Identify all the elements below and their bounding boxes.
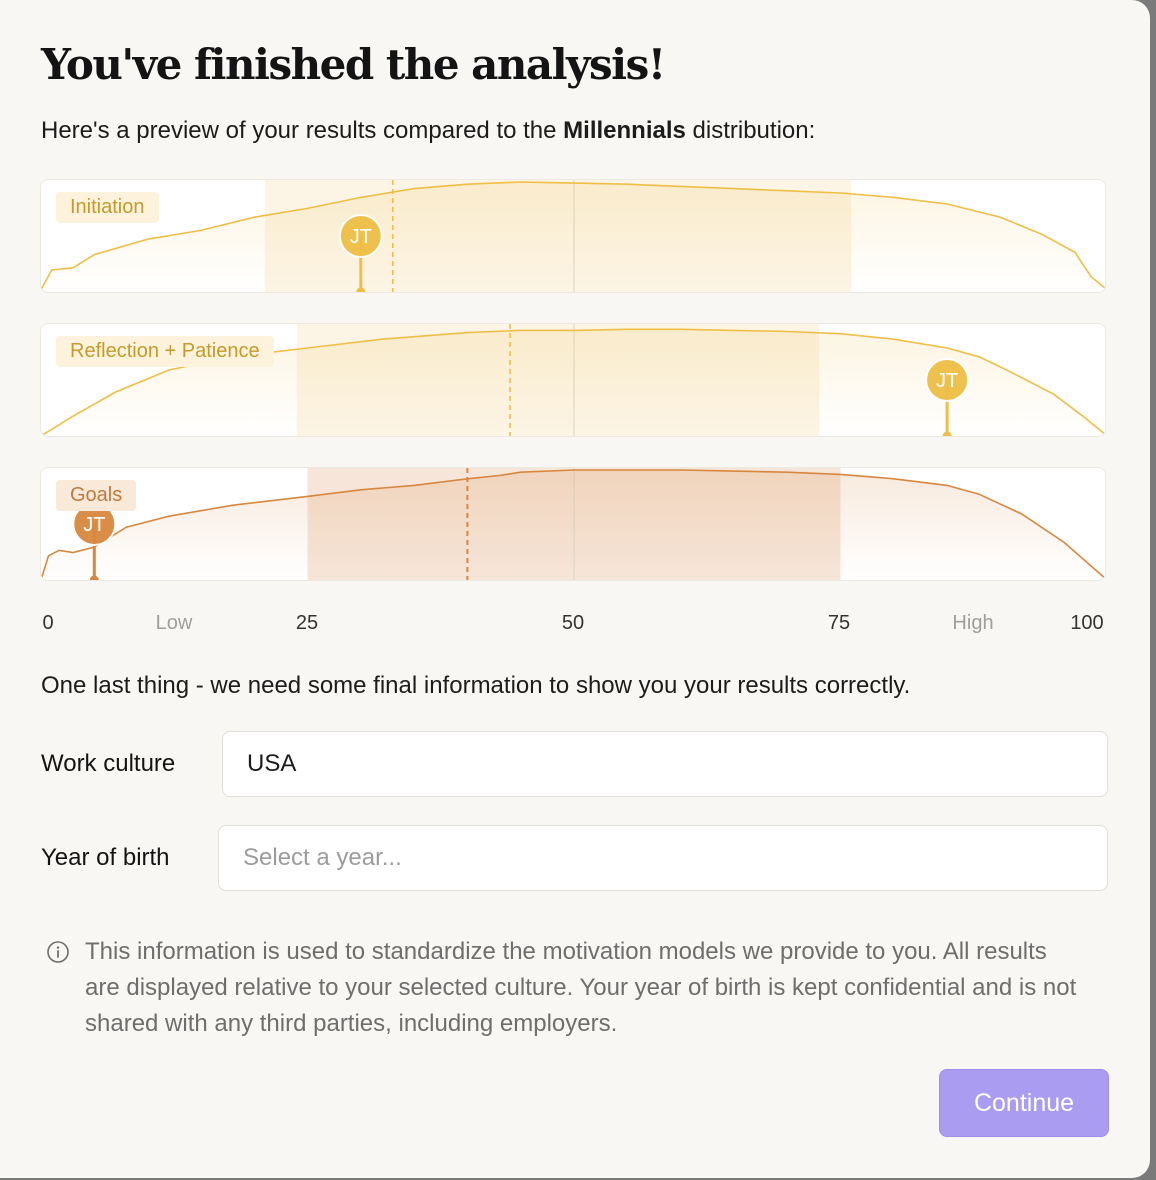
info-text: This information is used to standardize … [85, 938, 1077, 1037]
subtitle-suffix: distribution: [685, 117, 816, 144]
chart-svg-goals: JT [41, 468, 1105, 580]
work-culture-select[interactable] [222, 731, 1108, 797]
year-of-birth-select[interactable] [218, 825, 1108, 891]
user-marker-label: JT [350, 226, 372, 248]
distribution-area [41, 182, 1105, 292]
x-tick-high: High [952, 612, 994, 634]
chart-initiation: JT Initiation [40, 179, 1106, 293]
x-axis-labels: 0 Low 25 50 75 High 100 [0, 612, 1156, 638]
x-tick-75: 75 [827, 612, 851, 634]
chart-goals: JT Goals [40, 467, 1106, 581]
user-marker-label: JT [936, 370, 958, 392]
chart-label-goals: Goals [56, 480, 137, 511]
subtitle-highlight: Millennials [563, 117, 686, 144]
subtitle-prefix: Here's a preview of your results compare… [41, 117, 564, 144]
user-marker-label: JT [83, 514, 105, 536]
x-tick-0: 0 [42, 612, 54, 634]
x-tick-100: 100 [1070, 612, 1104, 634]
chart-label-initiation: Initiation [56, 192, 159, 223]
final-info-text: One last thing - we need some final info… [41, 672, 911, 699]
distribution-area [41, 470, 1105, 580]
chart-label-reflection-patience: Reflection + Patience [56, 336, 274, 367]
x-tick-25: 25 [295, 612, 319, 634]
work-culture-input[interactable] [245, 749, 1107, 779]
x-tick-low: Low [155, 612, 193, 634]
year-of-birth-label: Year of birth [41, 844, 170, 871]
continue-button[interactable]: Continue [939, 1069, 1109, 1137]
year-of-birth-input[interactable] [241, 843, 1107, 873]
subtitle: Here's a preview of your results compare… [41, 117, 815, 145]
work-culture-label: Work culture [41, 750, 176, 777]
x-tick-50: 50 [561, 612, 585, 634]
chart-reflection-patience: JT Reflection + Patience [40, 323, 1106, 437]
chart-svg-initiation: JT [41, 180, 1105, 292]
page-title: You've finished the analysis! [41, 40, 666, 89]
info-icon [47, 941, 69, 963]
results-modal: You've finished the analysis! Here's a p… [0, 0, 1150, 1178]
